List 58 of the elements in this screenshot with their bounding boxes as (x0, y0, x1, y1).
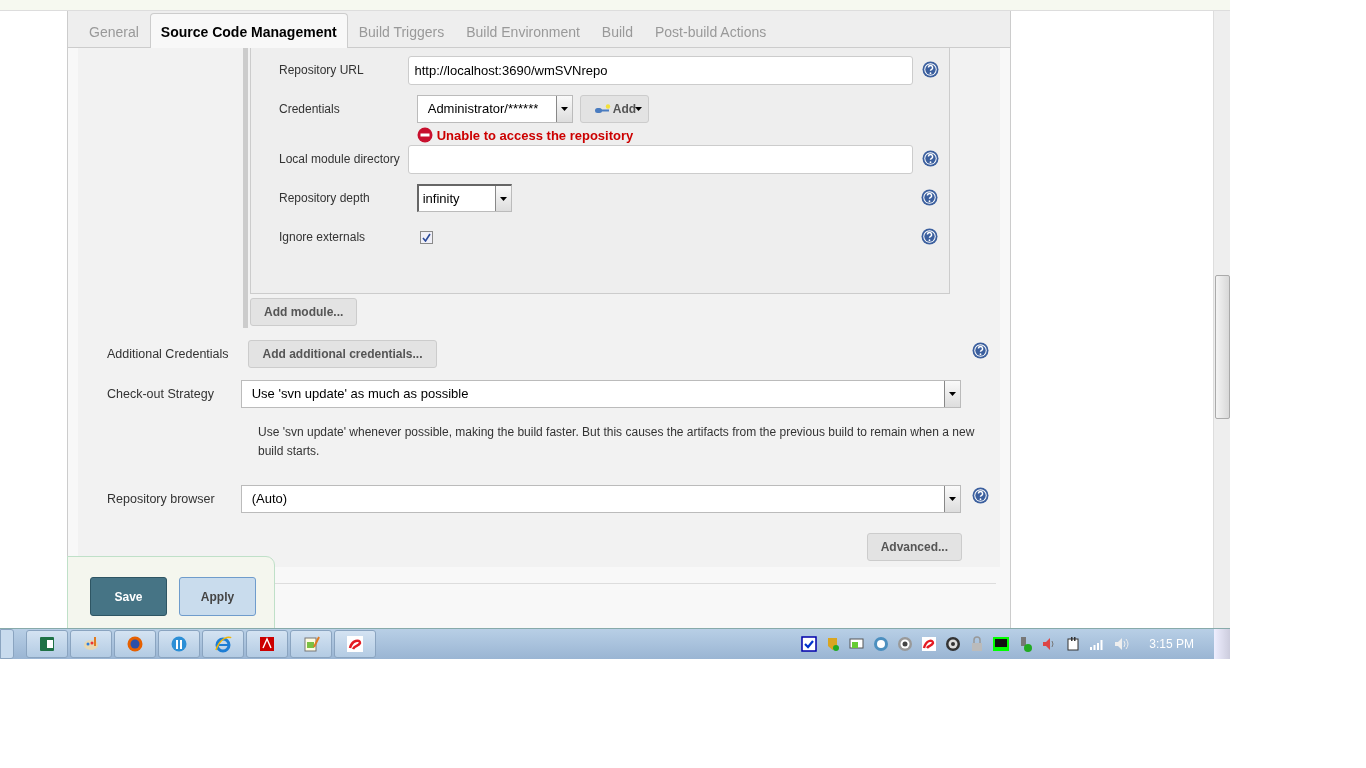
save-button[interactable]: Save (90, 577, 167, 616)
field-label: Check-out Strategy (107, 386, 215, 403)
tab[interactable]: Source Code Management (149, 13, 348, 48)
notepad-icon (302, 635, 320, 653)
dropdown-arrow-icon (948, 392, 956, 396)
input-field[interactable]: http://localhost:3690/wmSVNrepo (407, 56, 913, 85)
depth-dropdown[interactable]: infinity (416, 184, 512, 212)
taskbar-button[interactable] (158, 630, 200, 658)
taskbar-button[interactable] (246, 630, 288, 658)
strategy-dropdown[interactable]: Use 'svn update' as much as possible (240, 380, 961, 408)
ring-icon[interactable] (897, 636, 914, 652)
checkbox[interactable] (419, 231, 433, 244)
add-credentials-button[interactable]: Add additional credentials... (248, 340, 437, 368)
field-label: Repository depth (279, 190, 371, 207)
taskbar-button[interactable] (202, 630, 244, 658)
browser-dropdown[interactable]: (Auto) (240, 485, 961, 513)
add-button[interactable]: Add (579, 95, 649, 123)
dropdown-arrow-icon (948, 497, 956, 501)
help-icon[interactable] (920, 189, 938, 206)
input-field[interactable] (407, 145, 913, 174)
help-icon[interactable] (920, 228, 938, 245)
taskbar-button[interactable] (290, 630, 332, 658)
advanced-button[interactable]: Advanced... (866, 533, 962, 561)
scrollbar[interactable] (1213, 11, 1230, 628)
credentials-dropdown[interactable]: Administrator/****** (416, 95, 573, 123)
document-icon (258, 635, 276, 653)
chat-icon[interactable] (849, 636, 866, 652)
taskbar-button[interactable] (334, 630, 376, 658)
help-icon[interactable] (971, 342, 989, 359)
dropdown-arrow-icon (560, 107, 568, 111)
spreadsheet-icon (38, 635, 56, 653)
description-text: Use 'svn update' whenever possible, making the build faster. But this causes the artifacts from the previous build to remain when a new build starts. (257, 424, 976, 460)
field-label: Credentials (279, 101, 341, 118)
field-label: Local module directory (279, 151, 401, 168)
swirl-icon[interactable] (921, 636, 938, 652)
field-label: Repository browser (107, 491, 216, 508)
palette-icon (82, 635, 100, 653)
error-icon (416, 127, 433, 143)
monitor-icon[interactable] (993, 636, 1010, 652)
browser-icon (214, 635, 232, 653)
check-icon[interactable] (801, 636, 818, 652)
taskbar-button[interactable] (114, 630, 156, 658)
help-icon[interactable] (922, 61, 940, 78)
circle-icon (170, 635, 188, 653)
taskbar-button[interactable] (26, 630, 68, 658)
key-icon (594, 104, 611, 114)
add-module-button[interactable]: Add module... (250, 298, 358, 326)
swirl-icon (346, 635, 364, 653)
caret-icon (635, 107, 643, 111)
apply-button[interactable]: Apply (179, 577, 256, 616)
help-icon[interactable] (971, 487, 989, 504)
dropdown-arrow-icon (499, 196, 507, 201)
help-icon[interactable] (922, 150, 940, 167)
field-label: Ignore externals (279, 229, 367, 246)
error-message: Unable to access the repository (436, 127, 634, 143)
field-label: Additional Credentials (107, 346, 230, 363)
disc-icon[interactable] (945, 636, 962, 652)
field-label: Repository URL (279, 62, 365, 79)
